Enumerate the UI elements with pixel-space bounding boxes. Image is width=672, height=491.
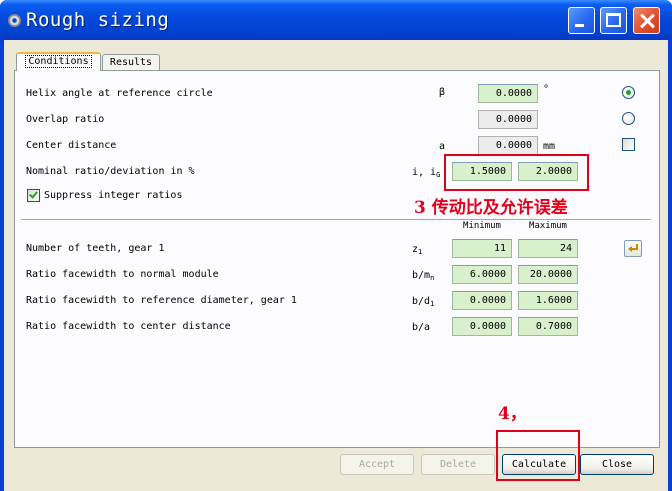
helix-angle-radio[interactable] xyxy=(622,86,635,99)
apply-back-button[interactable] xyxy=(624,240,642,257)
rough-sizing-window: Rough sizing Conditions Results Helix an… xyxy=(0,0,672,491)
delete-button[interactable]: Delete xyxy=(421,454,495,475)
facewidth-diameter-min-input[interactable]: 0.0000 xyxy=(452,291,512,310)
maximum-column-header: Maximum xyxy=(529,221,567,231)
ratio-annotation-box xyxy=(444,154,589,191)
facewidth-diameter-symbol-main: b/d xyxy=(412,296,431,307)
conditions-panel: Helix angle at reference circle β 0.0000… xyxy=(14,70,660,448)
facewidth-module-max-input[interactable]: 20.0000 xyxy=(518,265,578,284)
radio-selected-dot xyxy=(626,90,631,95)
facewidth-diameter-max-input[interactable]: 1.6000 xyxy=(518,291,578,310)
facewidth-center-max-input[interactable]: 0.7000 xyxy=(518,317,578,336)
nominal-ratio-label: Nominal ratio/deviation in % xyxy=(26,166,195,177)
overlap-ratio-radio[interactable] xyxy=(622,112,635,125)
facewidth-diameter-symbol: b/d1 xyxy=(412,296,434,308)
maximize-icon xyxy=(606,13,621,27)
center-distance-checkbox[interactable] xyxy=(622,138,635,151)
minimize-button[interactable] xyxy=(568,7,595,34)
teeth-gear1-symbol-sub: 1 xyxy=(418,248,423,256)
facewidth-module-label: Ratio facewidth to normal module xyxy=(26,269,219,280)
title-bar[interactable]: Rough sizing xyxy=(0,0,672,40)
maximize-button[interactable] xyxy=(600,7,627,34)
accept-button[interactable]: Accept xyxy=(340,454,414,475)
calculate-annotation-box xyxy=(496,430,580,481)
helix-angle-input[interactable]: 0.0000 xyxy=(478,84,538,103)
teeth-gear1-max-input[interactable]: 24 xyxy=(518,239,578,258)
facewidth-module-symbol-sub: n xyxy=(430,274,435,282)
facewidth-center-label: Ratio facewidth to center distance xyxy=(26,321,231,332)
center-distance-input[interactable]: 0.0000 xyxy=(478,136,538,155)
suppress-integer-checkbox[interactable] xyxy=(27,189,40,202)
teeth-gear1-min-input[interactable]: 11 xyxy=(452,239,512,258)
facewidth-module-min-input[interactable]: 6.0000 xyxy=(452,265,512,284)
center-distance-unit: mm xyxy=(543,141,556,152)
minimize-icon xyxy=(575,24,584,27)
facewidth-module-symbol-main: b/m xyxy=(412,270,431,281)
minimum-column-header: Minimum xyxy=(463,221,501,231)
facewidth-module-symbol: b/mn xyxy=(412,270,434,282)
tab-conditions-label: Conditions xyxy=(25,55,92,68)
window-title: Rough sizing xyxy=(26,9,170,31)
step-annotation-text: 4， xyxy=(498,404,527,424)
close-window-button[interactable] xyxy=(633,7,660,34)
close-icon xyxy=(634,8,659,33)
tab-results-label: Results xyxy=(109,57,153,68)
teeth-gear1-symbol: z1 xyxy=(412,244,422,256)
facewidth-center-min-input[interactable]: 0.0000 xyxy=(452,317,512,336)
facewidth-center-symbol: b/a xyxy=(412,322,431,333)
nominal-ratio-symbol: i, iG xyxy=(412,167,440,179)
checkmark-icon xyxy=(29,189,38,199)
overlap-ratio-input[interactable]: 0.0000 xyxy=(478,110,538,129)
ratio-annotation-text: 3 传动比及允许误差 xyxy=(414,198,568,218)
dialog-client-area: Conditions Results Helix angle at refere… xyxy=(4,40,668,491)
center-distance-label: Center distance xyxy=(26,140,117,151)
gear-icon xyxy=(8,14,21,27)
nominal-ratio-symbol-sub: G xyxy=(436,171,441,179)
helix-angle-unit: ° xyxy=(543,84,550,95)
nominal-ratio-symbol-main: i, i xyxy=(412,167,437,178)
helix-angle-label: Helix angle at reference circle xyxy=(26,88,213,99)
return-arrow-icon xyxy=(628,244,638,252)
tab-conditions[interactable]: Conditions xyxy=(16,52,101,71)
center-distance-symbol: a xyxy=(439,141,446,152)
suppress-integer-label: Suppress integer ratios xyxy=(44,190,183,201)
helix-angle-symbol: β xyxy=(439,87,446,98)
facewidth-diameter-label: Ratio facewidth to reference diameter, g… xyxy=(26,295,297,306)
close-button[interactable]: Close xyxy=(580,454,654,475)
teeth-gear1-label: Number of teeth, gear 1 xyxy=(26,243,165,254)
overlap-ratio-label: Overlap ratio xyxy=(26,114,105,125)
facewidth-diameter-symbol-sub: 1 xyxy=(430,300,435,308)
